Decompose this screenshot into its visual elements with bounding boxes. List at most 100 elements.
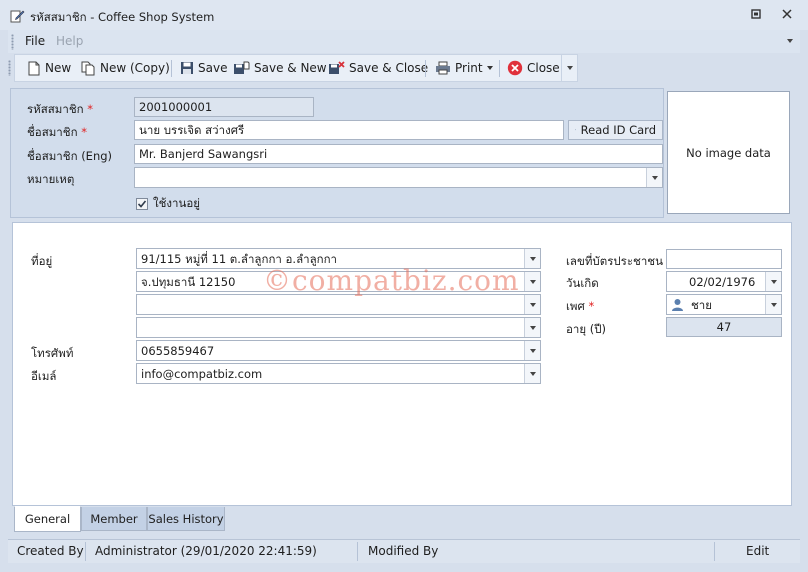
close-window-button[interactable] [776, 6, 798, 26]
note-label: หมายเหตุ [27, 172, 75, 186]
save-label: Save [198, 61, 228, 75]
new-label: New [45, 61, 72, 75]
id-card-label: เลขที่บัตรประชาชน [566, 254, 663, 268]
created-by-value: Administrator (29/01/2020 22:41:59) [95, 544, 317, 558]
save-new-button[interactable]: Save & New [229, 55, 331, 81]
birthdate-dropdown[interactable] [765, 272, 781, 291]
id-card-field[interactable] [666, 249, 782, 269]
note-combo[interactable] [134, 167, 663, 188]
new-document-icon [28, 61, 40, 75]
save-icon [181, 62, 193, 74]
gender-label: เพศ * [566, 299, 595, 313]
note-dropdown-button[interactable] [646, 168, 662, 187]
save-new-icon [234, 61, 250, 74]
status-separator [357, 542, 358, 561]
address-line-3[interactable] [136, 294, 541, 315]
menu-grip [11, 34, 14, 50]
active-label: ใช้งานอยู่ [153, 196, 200, 210]
member-name-eng-label: ชื่อสมาชิก (Eng) [27, 149, 113, 163]
phone-dropdown[interactable] [524, 341, 540, 360]
gender-value: ชาย [691, 298, 713, 312]
tab-sales-history-label: Sales History [148, 511, 224, 526]
person-icon [671, 298, 684, 314]
new-copy-button[interactable]: New (Copy) [77, 55, 174, 81]
member-code-label: รหัสสมาชิก * [27, 102, 94, 116]
birthdate-value: 02/02/1976 [689, 275, 756, 289]
birthdate-label: วันเกิด [566, 276, 599, 290]
menu-file[interactable]: File [25, 34, 45, 48]
address-line-2-value: จ.ปทุมธานี 12150 [141, 275, 236, 289]
address-label: ที่อยู่ [31, 254, 53, 268]
toolbar-overflow-icon [567, 66, 573, 70]
close-button[interactable]: Close [503, 55, 564, 81]
member-header-panel: รหัสสมาชิก * 2001000001 ชื่อสมาชิก * นาย… [10, 88, 664, 218]
toolbar-overflow-button[interactable] [561, 55, 578, 81]
member-name-eng-field[interactable]: Mr. Banjerd Sawangsri [134, 144, 663, 164]
toolbar-grip [8, 60, 11, 76]
status-separator [85, 542, 86, 561]
gender-combo[interactable]: ชาย [666, 294, 782, 315]
modified-by-label: Modified By [368, 544, 439, 558]
copy-document-icon [81, 61, 95, 75]
restore-button[interactable] [745, 6, 767, 26]
mode-status: Edit [746, 544, 770, 558]
member-code-field[interactable]: 2001000001 [134, 97, 314, 117]
save-close-label: Save & Close [349, 61, 429, 75]
tab-general[interactable]: General [14, 506, 81, 532]
address-line-4-dropdown[interactable] [524, 318, 540, 337]
member-name-field[interactable]: นาย บรรเจิด สว่างศรี [134, 120, 564, 140]
save-close-button[interactable]: Save & Close [324, 55, 432, 81]
general-tab-content: ที่อยู่ 91/115 หมู่ที่ 11 ต.ลำลูกกา อ.ลำ… [12, 222, 792, 506]
menu-options-icon[interactable] [787, 39, 793, 43]
close-label: Close [527, 61, 560, 75]
tab-general-label: General [24, 512, 71, 526]
read-id-card-label: Read ID Card [580, 123, 656, 137]
close-circle-icon [507, 60, 523, 76]
toolbar-separator [171, 60, 172, 77]
toolbar: New New (Copy) Save Save & New Save & Cl… [8, 54, 578, 82]
tab-member-label: Member [90, 511, 138, 526]
id-card-icon [575, 129, 576, 131]
address-line-3-dropdown[interactable] [524, 295, 540, 314]
print-dropdown-icon [486, 66, 493, 70]
member-photo[interactable]: No image data [667, 91, 790, 214]
menu-bar: File Help [8, 30, 800, 53]
print-label: Print [455, 61, 483, 75]
phone-value: 0655859467 [141, 344, 215, 358]
birthdate-picker[interactable]: 02/02/1976 [666, 271, 782, 292]
address-line-4[interactable] [136, 317, 541, 338]
tab-member[interactable]: Member [81, 507, 147, 531]
status-bar: Created By Administrator (29/01/2020 22:… [8, 539, 800, 563]
checkbox-checked-icon [136, 198, 148, 210]
age-label: อายุ (ปี) [566, 322, 607, 336]
tab-sales-history[interactable]: Sales History [147, 507, 225, 531]
new-copy-label: New (Copy) [100, 61, 170, 75]
email-value: info@compatbiz.com [141, 367, 263, 381]
email-label: อีเมล์ [31, 369, 57, 383]
email-combo[interactable]: info@compatbiz.com [136, 363, 541, 384]
address-line-2-dropdown[interactable] [524, 272, 540, 291]
watermark: ©compatbiz.com [263, 264, 520, 297]
toolbar-separator [499, 60, 500, 77]
save-close-icon [329, 60, 345, 74]
gender-dropdown[interactable] [765, 295, 781, 314]
toolbar-separator [425, 60, 426, 77]
save-button[interactable]: Save [176, 55, 231, 81]
age-field: 47 [666, 317, 782, 337]
email-dropdown[interactable] [524, 364, 540, 383]
save-new-label: Save & New [254, 61, 327, 75]
phone-label: โทรศัพท์ [31, 346, 74, 360]
active-checkbox[interactable]: ใช้งานอยู่ [136, 195, 200, 213]
address-line-1-dropdown[interactable] [524, 249, 540, 268]
phone-combo[interactable]: 0655859467 [136, 340, 541, 361]
menu-help[interactable]: Help [56, 34, 83, 48]
status-separator [714, 542, 715, 561]
print-button[interactable]: Print [431, 55, 497, 81]
window-title: รหัสสมาชิก - Coffee Shop System [30, 10, 215, 24]
edit-document-icon [9, 8, 25, 27]
no-image-text: No image data [686, 145, 771, 160]
printer-icon [436, 61, 450, 75]
new-button[interactable]: New [23, 55, 75, 81]
member-name-label: ชื่อสมาชิก * [27, 125, 87, 139]
read-id-card-button[interactable]: Read ID Card [568, 120, 663, 140]
